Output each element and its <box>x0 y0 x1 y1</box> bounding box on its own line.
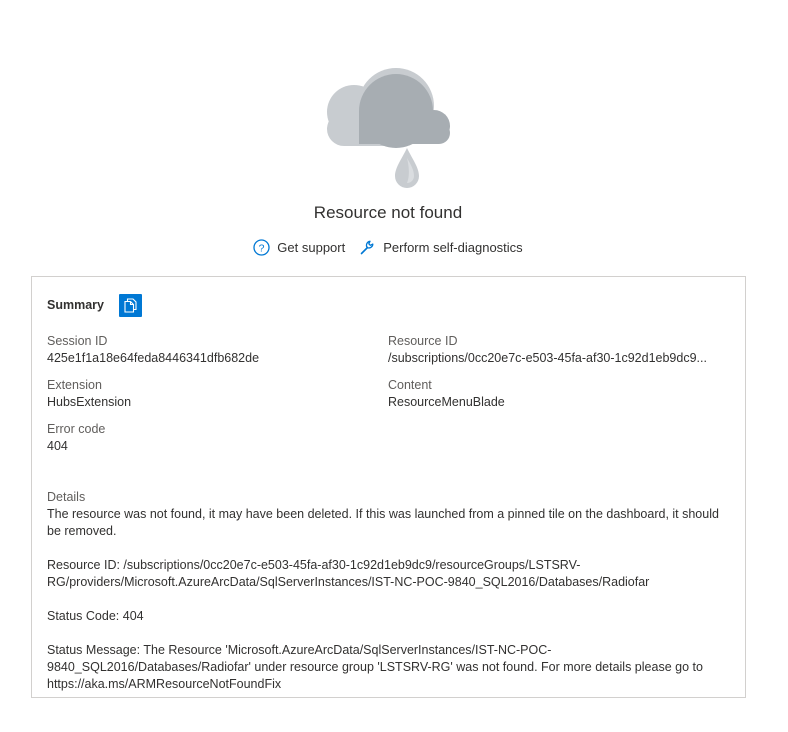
get-support-link[interactable]: ? Get support <box>253 239 345 256</box>
get-support-label: Get support <box>277 240 346 255</box>
error-actions: ? Get support Perform self-diagnostics <box>0 239 776 256</box>
summary-fields: Session ID 425e1f1a18e64feda8446341dfb68… <box>47 333 730 463</box>
self-diagnostics-link[interactable]: Perform self-diagnostics <box>359 239 523 256</box>
content-field: Content ResourceMenuBlade <box>388 377 728 411</box>
error-code-field: Error code 404 <box>47 421 387 455</box>
session-id-field: Session ID 425e1f1a18e64feda8446341dfb68… <box>47 333 387 367</box>
copy-button[interactable] <box>118 293 142 317</box>
resource-id-field: Resource ID /subscriptions/0cc20e7c-e503… <box>388 333 723 367</box>
details-resource-id: Resource ID: /subscriptions/0cc20e7c-e50… <box>47 558 650 589</box>
error-title: Resource not found <box>313 203 463 222</box>
session-id-label: Session ID <box>47 334 108 348</box>
details-message: The resource was not found, it may have … <box>47 507 719 538</box>
extension-field: Extension HubsExtension <box>47 377 387 411</box>
content-label: Content <box>388 378 432 392</box>
self-diagnostics-label: Perform self-diagnostics <box>383 240 523 255</box>
content-value: ResourceMenuBlade <box>388 395 505 409</box>
svg-text:?: ? <box>259 242 265 254</box>
summary-header: Summary <box>47 293 730 317</box>
error-code-value: 404 <box>47 439 68 453</box>
copy-icon <box>124 297 137 313</box>
extension-value: HubsExtension <box>47 395 132 409</box>
resource-id-label: Resource ID <box>388 334 458 348</box>
details-label: Details <box>47 490 86 504</box>
error-page: Resource not found ? Get support Perform… <box>0 0 788 732</box>
summary-title: Summary <box>47 297 104 312</box>
help-circle-icon: ? <box>253 239 270 256</box>
error-code-label: Error code <box>47 422 106 436</box>
details-status-message: Status Message: The Resource 'Microsoft.… <box>47 643 703 691</box>
cloud-rain-icon <box>324 64 454 194</box>
details-status-code: Status Code: 404 <box>47 609 144 623</box>
extension-label: Extension <box>47 378 102 392</box>
resource-id-value: /subscriptions/0cc20e7c-e503-45fa-af30-1… <box>388 351 707 365</box>
summary-panel: Summary Session ID 425e1f1a18e64feda8446… <box>31 276 746 698</box>
details-section: Details The resource was not found, it m… <box>47 489 730 693</box>
wrench-icon <box>359 239 376 256</box>
session-id-value: 425e1f1a18e64feda8446341dfb682de <box>47 351 260 365</box>
